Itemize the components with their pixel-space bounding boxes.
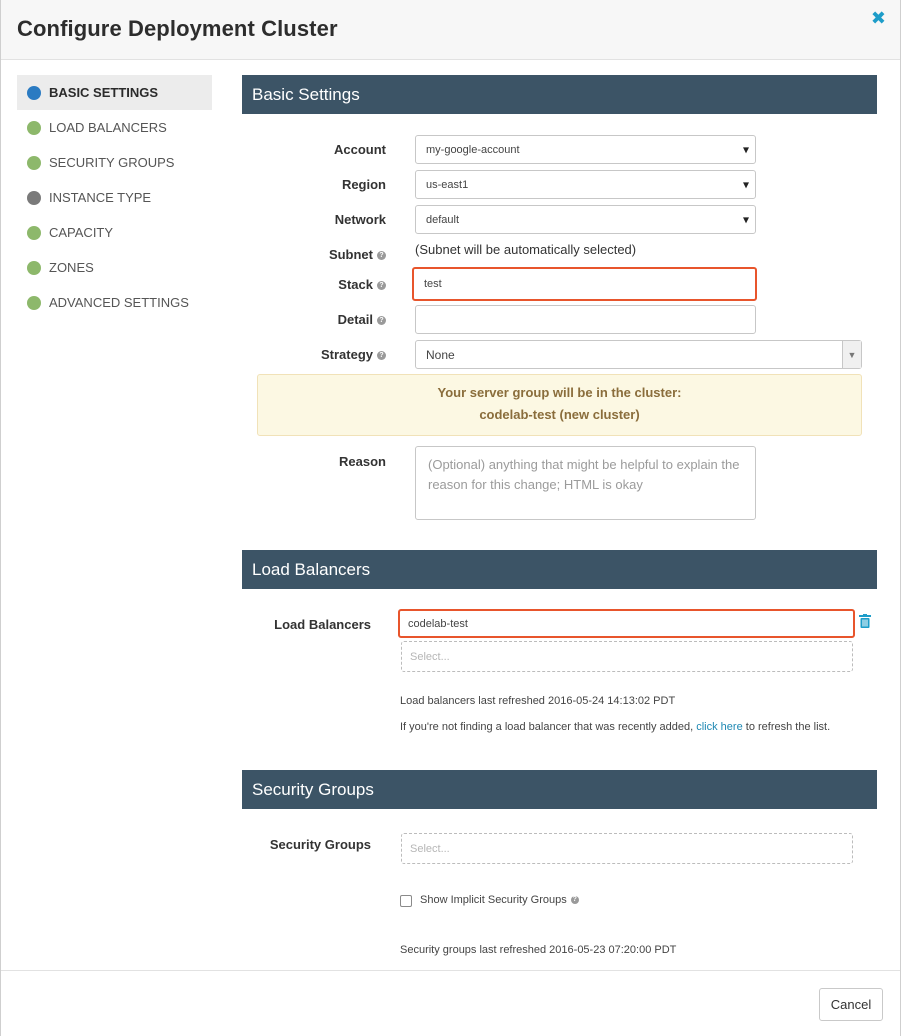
modal-header: Configure Deployment Cluster ✖ [1,0,900,60]
security-groups-header: Security Groups [242,770,877,809]
nav-item-instance-type[interactable]: INSTANCE TYPE [17,180,212,215]
nav-item-load-balancers[interactable]: LOAD BALANCERS [17,110,212,145]
hint-prefix: If you're not finding a load balancer th… [400,721,697,733]
network-value: default [426,213,460,226]
strategy-label-text: Strategy [320,347,373,362]
implicit-groups-checkbox[interactable] [400,895,412,907]
implicit-groups-label: Show Implicit Security Groups? [420,894,579,906]
help-icon[interactable]: ? [377,316,386,326]
detail-input[interactable] [415,305,756,334]
strategy-select[interactable]: None ▼ [415,340,862,369]
cluster-notice-line1: Your server group will be in the cluster… [437,385,682,400]
hint-suffix: to refresh the list. [742,721,831,733]
detail-label: Detail? [271,312,386,327]
implicit-groups-label-text: Show Implicit Security Groups [420,894,567,906]
subnet-label-text: Subnet [328,247,373,262]
status-dot-icon [27,190,41,205]
network-select[interactable]: default [415,205,756,234]
region-select[interactable]: us-east1 [415,170,756,199]
cancel-button[interactable]: Cancel [819,988,883,1021]
load-balancer-value: codelab-test [408,617,468,630]
region-label: Region [341,177,386,192]
status-dot-icon [27,155,41,170]
cluster-notice: Your server group will be in the cluster… [257,374,862,436]
nav-item-zones[interactable]: ZONES [17,250,212,285]
basic-settings-header: Basic Settings [242,75,877,114]
detail-label-text: Detail [337,312,373,327]
strategy-value: None [426,347,455,362]
status-dot-icon [27,260,41,275]
modal-title: Configure Deployment Cluster [17,16,338,41]
status-dot-icon [27,120,41,135]
stack-label-text: Stack [338,277,373,292]
modal-footer: Cancel [1,970,900,1036]
close-icon[interactable]: ✖ [871,8,886,29]
trash-icon[interactable] [859,614,871,628]
nav-item-basic-settings[interactable]: BASIC SETTINGS [17,75,212,110]
nav-item-capacity[interactable]: CAPACITY [17,215,212,250]
help-icon[interactable]: ? [377,251,386,261]
subnet-text: (Subnet will be automatically selected) [415,242,637,257]
help-icon[interactable]: ? [377,351,386,361]
nav-item-label: SECURITY GROUPS [49,155,175,170]
status-dot-icon [27,225,41,240]
load-balancers-header: Load Balancers [242,550,877,589]
load-balancers-hint: If you're not finding a load balancer th… [400,721,830,733]
stack-input[interactable]: test [412,267,757,301]
account-label: Account [334,142,386,157]
dropdown-arrow-icon[interactable]: ▼ [842,341,861,368]
stack-label: Stack? [271,277,386,292]
security-groups-refreshed: Security groups last refreshed 2016-05-2… [400,944,677,956]
network-label: Network [334,212,386,227]
load-balancers-label: Load Balancers [274,617,371,632]
refresh-link[interactable]: click here [696,721,742,733]
reason-label: Reason [339,454,386,469]
configure-cluster-modal: Configure Deployment Cluster ✖ BASIC SET… [0,0,901,1036]
help-icon[interactable]: ? [377,281,386,291]
help-icon[interactable]: ? [570,896,579,905]
account-value: my-google-account [426,143,520,156]
status-dot-icon [27,85,41,100]
load-balancer-select[interactable]: Select... [401,641,853,672]
nav-item-label: ADVANCED SETTINGS [49,295,189,310]
reason-textarea[interactable]: (Optional) anything that might be helpfu… [415,446,756,520]
load-balancers-refreshed: Load balancers last refreshed 2016-05-24… [400,695,676,707]
nav-item-label: CAPACITY [49,225,114,240]
status-dot-icon [27,295,41,310]
nav-item-label: BASIC SETTINGS [49,85,159,100]
wizard-nav: BASIC SETTINGS LOAD BALANCERS SECURITY G… [17,75,212,320]
nav-item-label: LOAD BALANCERS [49,120,167,135]
cluster-notice-line2: codelab-test (new cluster) [479,407,640,422]
nav-item-advanced-settings[interactable]: ADVANCED SETTINGS [17,285,212,320]
load-balancer-tag[interactable]: codelab-test [398,609,855,638]
account-select[interactable]: my-google-account [415,135,756,164]
security-group-select[interactable]: Select... [401,833,853,864]
strategy-label: Strategy? [271,347,386,362]
stack-value: test [424,278,442,290]
nav-item-security-groups[interactable]: SECURITY GROUPS [17,145,212,180]
region-value: us-east1 [426,178,469,191]
nav-item-label: ZONES [49,260,94,275]
nav-item-label: INSTANCE TYPE [49,190,152,205]
security-groups-label: Security Groups [269,837,371,852]
subnet-label: Subnet? [271,247,386,262]
